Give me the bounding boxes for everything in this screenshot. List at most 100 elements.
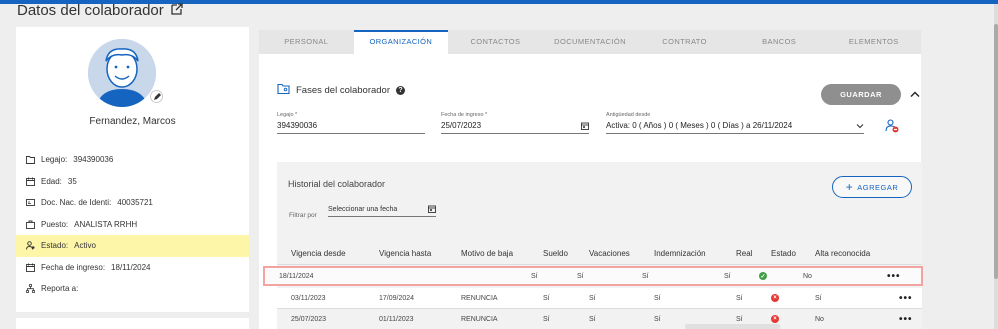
tab-bar: PERSONAL ORGANIZACIÓN CONTACTOS DOCUMENT… xyxy=(259,30,921,54)
cell-vacaciones: Sí xyxy=(589,294,596,302)
fecha-ingreso-label: Fecha de ingreso * xyxy=(441,112,488,118)
avatar xyxy=(88,39,156,107)
tab-personal[interactable]: PERSONAL xyxy=(259,30,354,54)
col-alta-reconocida[interactable]: Alta reconocida xyxy=(815,245,870,261)
row-menu-icon[interactable]: ••• xyxy=(899,288,913,308)
check-circle-icon: ✓ xyxy=(759,272,767,280)
calendar-icon xyxy=(26,177,35,186)
cell-desde: 18/11/2024 xyxy=(279,272,314,280)
cell-alta: Sí xyxy=(815,294,822,302)
cell-indemnizacion: Sí xyxy=(654,315,661,323)
help-icon[interactable]: ? xyxy=(396,85,405,95)
tab-documentacion[interactable]: DOCUMENTACIÓN xyxy=(543,30,638,54)
info-label: Doc. Nac. de Identi: xyxy=(41,198,112,208)
cell-indemnizacion: Sí xyxy=(642,272,649,280)
cell-real: Sí xyxy=(736,294,743,302)
antiguedad-value: Activa: 0 ( Años ) 0 ( Meses ) 0 ( Días … xyxy=(606,121,793,130)
cell-indemnizacion: Sí xyxy=(654,294,661,302)
briefcase-icon xyxy=(26,220,35,229)
col-real[interactable]: Real xyxy=(736,245,752,261)
header-divider xyxy=(277,264,922,265)
info-value: 40035721 xyxy=(117,198,153,208)
cell-sueldo: Sí xyxy=(543,315,550,323)
cell-sueldo: Sí xyxy=(531,272,538,280)
col-sueldo[interactable]: Sueldo xyxy=(543,245,568,261)
info-value: 394390036 xyxy=(73,155,114,165)
legajo-input[interactable]: 394390036 xyxy=(277,121,425,134)
table-header: Vigencia desde Vigencia hasta Motivo de … xyxy=(277,245,922,261)
person-remove-icon[interactable] xyxy=(885,119,899,133)
cell-alta: No xyxy=(803,272,812,280)
cell-vacaciones: Sí xyxy=(577,272,584,280)
profile-name: Fernandez, Marcos xyxy=(89,116,176,127)
col-vigencia-hasta[interactable]: Vigencia hasta xyxy=(379,245,431,261)
date-filter-input[interactable]: Seleccionar una fecha xyxy=(328,205,436,217)
chevron-down-icon xyxy=(856,123,864,128)
info-value: 18/11/2024 xyxy=(111,262,151,272)
org-chart-icon xyxy=(26,284,35,294)
legajo-label: Legajo * xyxy=(277,112,298,118)
chevron-up-icon[interactable] xyxy=(910,90,920,98)
history-section: Historial del colaborador + AGREGAR Filt… xyxy=(263,162,923,329)
row-menu-icon[interactable]: ••• xyxy=(899,309,913,329)
info-value: Activo xyxy=(74,241,96,251)
filter-label: Filtrar por xyxy=(289,212,317,219)
cell-motivo: RENUNCIA xyxy=(461,294,498,302)
row-menu-icon[interactable]: ••• xyxy=(887,268,901,284)
horizontal-scrollbar[interactable] xyxy=(685,324,780,329)
person-status-icon xyxy=(26,241,35,250)
scrollbar-thumb[interactable] xyxy=(994,24,998,279)
info-label: Puesto: xyxy=(41,219,69,229)
col-estado[interactable]: Estado xyxy=(771,245,796,261)
antiguedad-select[interactable]: Activa: 0 ( Años ) 0 ( Meses ) 0 ( Días … xyxy=(606,121,864,134)
info-label: Reporta a: xyxy=(41,284,79,294)
legajo-value: 394390036 xyxy=(277,121,318,130)
cell-vacaciones: Sí xyxy=(589,315,596,323)
organization-panel: Fases del colaborador ? GUARDAR Legajo *… xyxy=(259,54,923,329)
info-legajo: Legajo: 394390036 xyxy=(16,149,249,171)
page-title: Datos del colaborador xyxy=(17,2,183,19)
folder-user-icon xyxy=(277,82,290,98)
table-row[interactable]: 18/11/2024 Sí Sí Sí Sí ✓ No ••• xyxy=(263,266,923,286)
table-row[interactable]: 03/11/2023 17/09/2024 RENUNCIA Sí Sí Sí … xyxy=(277,288,922,308)
tab-organizacion[interactable]: ORGANIZACIÓN xyxy=(353,30,449,54)
info-edad: Edad: 35 xyxy=(16,171,249,193)
info-documento: Doc. Nac. de Identi: 40035721 xyxy=(16,192,249,214)
save-button[interactable]: GUARDAR xyxy=(821,84,901,105)
vertical-scrollbar[interactable] xyxy=(994,4,998,329)
info-fecha-ingreso: Fecha de ingreso: 18/11/2024 xyxy=(16,257,249,279)
table-row[interactable]: 25/07/2023 01/11/2023 RENUNCIA Sí Sí Sí … xyxy=(277,309,922,329)
profile-info-list: Legajo: 394390036 Edad: 35 Doc. Nac. de … xyxy=(16,149,249,300)
section-title: Fases del colaborador xyxy=(296,84,390,96)
id-card-icon xyxy=(26,199,35,207)
external-link-icon[interactable] xyxy=(171,2,183,19)
calendar-icon[interactable] xyxy=(581,122,589,130)
col-vigencia-desde[interactable]: Vigencia desde xyxy=(291,245,346,261)
antiguedad-field[interactable]: Antigüedad desde Activa: 0 ( Años ) 0 ( … xyxy=(606,112,864,134)
fecha-ingreso-input[interactable]: 25/07/2023 xyxy=(441,121,589,134)
calendar-icon[interactable] xyxy=(428,205,436,213)
add-button[interactable]: + AGREGAR xyxy=(832,176,912,198)
col-vacaciones[interactable]: Vacaciones xyxy=(589,245,630,261)
col-indemnizacion[interactable]: Indemnización xyxy=(654,245,706,261)
antiguedad-label: Antigüedad desde xyxy=(606,112,651,118)
tab-elementos[interactable]: ELEMENTOS xyxy=(826,30,921,54)
info-puesto: Puesto: ANALISTA RRHH xyxy=(16,214,249,236)
pencil-icon xyxy=(153,92,161,100)
info-label: Estado: xyxy=(41,241,69,251)
cell-sueldo: Sí xyxy=(543,294,550,302)
section-header: Fases del colaborador ? xyxy=(277,82,405,98)
add-label: AGREGAR xyxy=(857,182,899,192)
cell-estado: × xyxy=(771,288,779,308)
edit-avatar-button[interactable] xyxy=(150,90,163,103)
col-motivo-baja[interactable]: Motivo de baja xyxy=(461,245,513,261)
tab-bancos[interactable]: BANCOS xyxy=(732,30,827,54)
error-circle-icon: × xyxy=(771,315,779,323)
plus-icon: + xyxy=(845,180,854,194)
legajo-field[interactable]: Legajo * 394390036 xyxy=(277,112,425,134)
cell-estado: ✓ xyxy=(759,268,767,284)
fecha-ingreso-value: 25/07/2023 xyxy=(441,121,482,130)
tab-contactos[interactable]: CONTACTOS xyxy=(448,30,543,54)
fecha-ingreso-field[interactable]: Fecha de ingreso * 25/07/2023 xyxy=(441,112,589,134)
tab-contrato[interactable]: CONTRATO xyxy=(637,30,732,54)
